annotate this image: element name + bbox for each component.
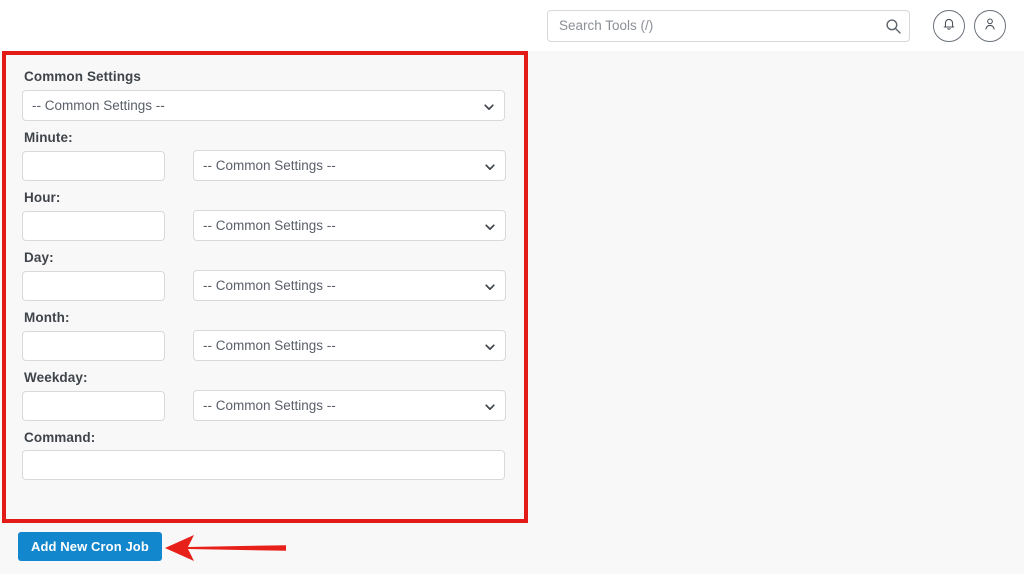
month-label: Month: bbox=[24, 310, 70, 325]
day-input[interactable] bbox=[22, 270, 165, 301]
minute-select-wrap: -- Common Settings -- bbox=[193, 150, 506, 181]
month-select-wrap: -- Common Settings -- bbox=[193, 330, 506, 361]
month-row: -- Common Settings -- bbox=[22, 330, 508, 361]
notifications-button[interactable] bbox=[933, 9, 965, 42]
hour-label: Hour: bbox=[24, 190, 61, 205]
annotation-arrow-left bbox=[160, 533, 286, 563]
minute-select[interactable]: -- Common Settings -- bbox=[193, 150, 506, 181]
bell-icon bbox=[941, 16, 957, 35]
panel-title: Common Settings bbox=[24, 69, 142, 84]
command-input[interactable] bbox=[22, 450, 505, 480]
day-label: Day: bbox=[24, 250, 54, 265]
hour-select-wrap: -- Common Settings -- bbox=[193, 210, 506, 241]
weekday-input[interactable] bbox=[22, 390, 165, 421]
top-header-bar bbox=[0, 0, 1024, 51]
weekday-select-wrap: -- Common Settings -- bbox=[193, 390, 506, 421]
minute-label: Minute: bbox=[24, 130, 73, 145]
search-input[interactable] bbox=[547, 9, 910, 42]
hour-input[interactable] bbox=[22, 210, 165, 241]
hour-row: -- Common Settings -- bbox=[22, 210, 508, 241]
day-row: -- Common Settings -- bbox=[22, 270, 508, 301]
command-label: Command: bbox=[24, 430, 96, 445]
minute-input[interactable] bbox=[22, 150, 165, 181]
month-select[interactable]: -- Common Settings -- bbox=[193, 330, 506, 361]
common-settings-select[interactable]: -- Common Settings -- bbox=[22, 90, 505, 121]
account-button[interactable] bbox=[974, 9, 1006, 42]
minute-row: -- Common Settings -- bbox=[22, 150, 508, 181]
weekday-select[interactable]: -- Common Settings -- bbox=[193, 390, 506, 421]
user-icon bbox=[982, 16, 998, 35]
day-select-wrap: -- Common Settings -- bbox=[193, 270, 506, 301]
hour-select[interactable]: -- Common Settings -- bbox=[193, 210, 506, 241]
weekday-row: -- Common Settings -- bbox=[22, 390, 508, 421]
cron-settings-panel: Common Settings -- Common Settings -- Mi… bbox=[2, 51, 528, 523]
common-settings-select-wrap: -- Common Settings -- bbox=[22, 90, 505, 121]
add-new-cron-job-button[interactable]: Add New Cron Job bbox=[18, 532, 162, 561]
weekday-label: Weekday: bbox=[24, 370, 88, 385]
month-input[interactable] bbox=[22, 330, 165, 361]
day-select[interactable]: -- Common Settings -- bbox=[193, 270, 506, 301]
search-tools-container bbox=[547, 9, 910, 42]
